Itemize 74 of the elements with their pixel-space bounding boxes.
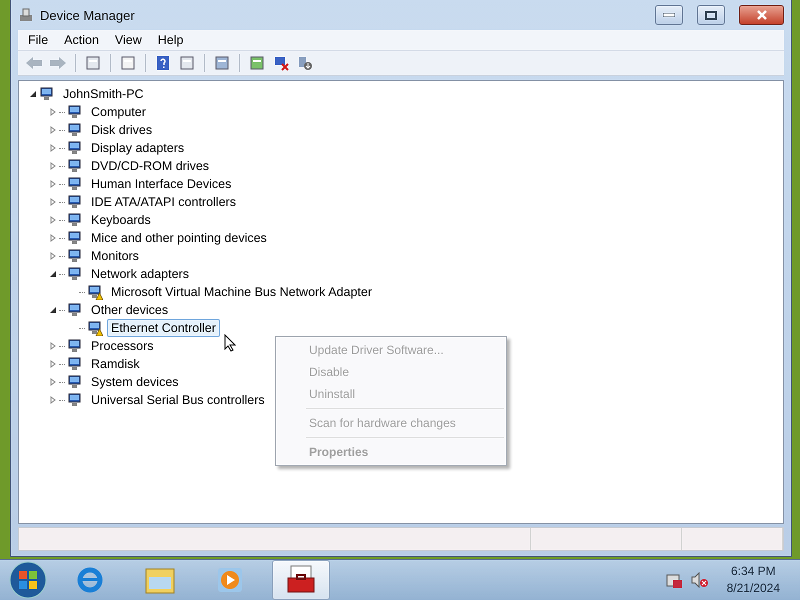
taskbar-button[interactable] bbox=[272, 560, 330, 600]
collapse-arrow-icon[interactable] bbox=[49, 306, 57, 314]
device-icon bbox=[67, 248, 83, 264]
device-icon bbox=[39, 86, 55, 102]
expand-arrow-icon[interactable] bbox=[49, 378, 57, 386]
minimize-button[interactable] bbox=[655, 5, 683, 25]
tree-item[interactable]: IDE ATA/ATAPI controllers bbox=[87, 193, 240, 211]
tree-item[interactable]: Microsoft Virtual Machine Bus Network Adapter bbox=[107, 283, 376, 301]
collapse-arrow-icon[interactable] bbox=[49, 270, 57, 278]
expand-arrow-icon[interactable] bbox=[49, 144, 57, 152]
help-icon[interactable] bbox=[155, 55, 171, 71]
expand-arrow-icon[interactable] bbox=[49, 396, 57, 404]
expand-arrow-icon[interactable] bbox=[49, 162, 57, 170]
device-icon bbox=[67, 194, 83, 210]
tree-item[interactable]: Network adapters bbox=[87, 265, 193, 283]
close-icon bbox=[756, 10, 766, 20]
expand-arrow-icon[interactable] bbox=[49, 216, 57, 224]
media-player-icon[interactable] bbox=[215, 565, 245, 595]
uninstall-icon[interactable] bbox=[273, 55, 289, 71]
close-button[interactable] bbox=[739, 5, 784, 25]
menu-item[interactable]: Help bbox=[150, 31, 192, 49]
browser-icon[interactable] bbox=[75, 565, 105, 595]
expand-arrow-icon[interactable] bbox=[49, 360, 57, 368]
tree-item[interactable]: Processors bbox=[87, 337, 158, 355]
tree-item[interactable]: Monitors bbox=[87, 247, 143, 265]
tree-item[interactable]: Ethernet Controller bbox=[107, 319, 220, 337]
device-icon bbox=[67, 266, 83, 282]
minimize-icon bbox=[663, 13, 675, 17]
device-icon bbox=[67, 374, 83, 390]
tree-item[interactable]: Disk drives bbox=[87, 121, 156, 139]
device-icon bbox=[67, 158, 83, 174]
expand-arrow-icon[interactable] bbox=[49, 234, 57, 242]
clock-time[interactable]: 6:34 PM bbox=[730, 563, 776, 580]
maximize-icon bbox=[705, 10, 717, 20]
tree-item[interactable]: Computer bbox=[87, 103, 150, 121]
device-icon bbox=[67, 212, 83, 228]
expand-arrow-icon[interactable] bbox=[49, 180, 57, 188]
device-icon bbox=[67, 176, 83, 192]
back-icon[interactable] bbox=[25, 56, 43, 70]
app-icon bbox=[18, 7, 34, 23]
tree-item[interactable]: Ramdisk bbox=[87, 355, 144, 373]
menu-item[interactable]: File bbox=[20, 31, 56, 49]
tree-item[interactable]: Other devices bbox=[87, 301, 172, 319]
tree-item[interactable]: Universal Serial Bus controllers bbox=[87, 391, 269, 409]
expand-arrow-icon[interactable] bbox=[49, 108, 57, 116]
menu-item[interactable]: Action bbox=[56, 31, 107, 49]
tree-item[interactable]: JohnSmith-PC bbox=[59, 85, 148, 103]
device-icon bbox=[67, 392, 83, 408]
expand-arrow-icon[interactable] bbox=[49, 252, 57, 260]
cursor-icon bbox=[224, 334, 236, 352]
muted-speaker-icon[interactable] bbox=[690, 572, 709, 588]
device-icon bbox=[67, 230, 83, 246]
tree-item[interactable]: DVD/CD-ROM drives bbox=[87, 157, 214, 175]
menu-item[interactable]: View bbox=[106, 31, 150, 49]
tree-item[interactable]: Mice and other pointing devices bbox=[87, 229, 271, 247]
clock-date[interactable]: 8/21/2024 bbox=[726, 580, 780, 597]
device-icon bbox=[67, 356, 83, 372]
expand-arrow-icon[interactable] bbox=[49, 342, 57, 350]
expand-arrow-icon[interactable] bbox=[49, 198, 57, 206]
window-title: Device Manager bbox=[40, 8, 135, 22]
forward-icon[interactable] bbox=[49, 56, 67, 70]
tree-item[interactable]: Keyboards bbox=[87, 211, 155, 229]
device-icon bbox=[67, 302, 83, 318]
maximize-button[interactable] bbox=[697, 5, 725, 25]
tree-item[interactable]: Display adapters bbox=[87, 139, 188, 157]
device-icon bbox=[67, 140, 83, 156]
start-button[interactable] bbox=[8, 560, 48, 600]
expand-arrow-icon[interactable] bbox=[49, 126, 57, 134]
device-icon bbox=[67, 104, 83, 120]
tree-item[interactable]: Human Interface Devices bbox=[87, 175, 236, 193]
tree-item[interactable]: System devices bbox=[87, 373, 183, 391]
collapse-arrow-icon[interactable] bbox=[29, 90, 37, 98]
device-icon bbox=[67, 122, 83, 138]
device-icon bbox=[67, 338, 83, 354]
